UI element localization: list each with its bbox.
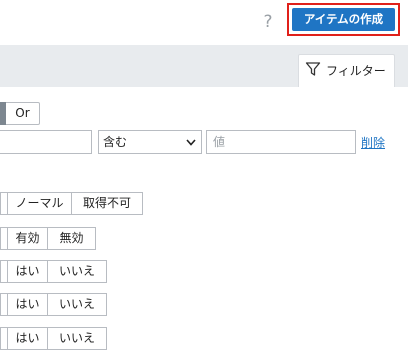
toggle-option-hidden[interactable] bbox=[0, 327, 8, 350]
toggle-option-hidden[interactable] bbox=[0, 227, 8, 250]
toggle-option-no[interactable]: いいえ bbox=[48, 260, 107, 283]
toggle-group-yes-no: はい いいえ bbox=[0, 327, 107, 350]
toggle-option-yes[interactable]: はい bbox=[8, 327, 48, 350]
filter-tab-label: フィルター bbox=[326, 64, 386, 78]
toggle-option-hidden[interactable] bbox=[0, 260, 8, 283]
top-header: ? アイテムの作成 bbox=[0, 0, 408, 45]
toggle-option-yes[interactable]: はい bbox=[8, 293, 48, 316]
field-input[interactable] bbox=[0, 130, 92, 154]
or-toggle-option[interactable]: Or bbox=[6, 102, 40, 125]
filter-icon bbox=[305, 62, 321, 76]
value-input[interactable]: 値 bbox=[206, 130, 356, 154]
toggle-option-normal[interactable]: ノーマル bbox=[8, 192, 72, 215]
toggle-option-hidden[interactable] bbox=[0, 192, 8, 215]
create-item-highlight: アイテムの作成 bbox=[287, 3, 400, 36]
toggle-option-unavailable[interactable]: 取得不可 bbox=[72, 192, 143, 215]
toggle-option-enabled[interactable]: 有効 bbox=[8, 227, 48, 250]
toggle-option-no[interactable]: いいえ bbox=[48, 327, 107, 350]
toggle-option-disabled[interactable]: 無効 bbox=[48, 227, 96, 250]
toggle-group-status: ノーマル 取得不可 bbox=[0, 192, 143, 215]
question-icon[interactable]: ? bbox=[261, 10, 275, 34]
toggle-group-enabled: 有効 無効 bbox=[0, 227, 96, 250]
toggle-group-yes-no: はい いいえ bbox=[0, 293, 107, 316]
chevron-down-icon bbox=[186, 139, 196, 146]
operator-select-value: 含む bbox=[103, 135, 128, 149]
create-item-button[interactable]: アイテムの作成 bbox=[292, 8, 395, 31]
operator-select[interactable]: 含む bbox=[98, 130, 202, 154]
delete-link[interactable]: 削除 bbox=[361, 134, 385, 151]
toggle-group-yes-no: はい いいえ bbox=[0, 260, 107, 283]
toggle-option-no[interactable]: いいえ bbox=[48, 293, 107, 316]
filter-tab[interactable]: フィルター bbox=[298, 54, 395, 88]
toggle-option-hidden[interactable] bbox=[0, 293, 8, 316]
toggle-option-yes[interactable]: はい bbox=[8, 260, 48, 283]
